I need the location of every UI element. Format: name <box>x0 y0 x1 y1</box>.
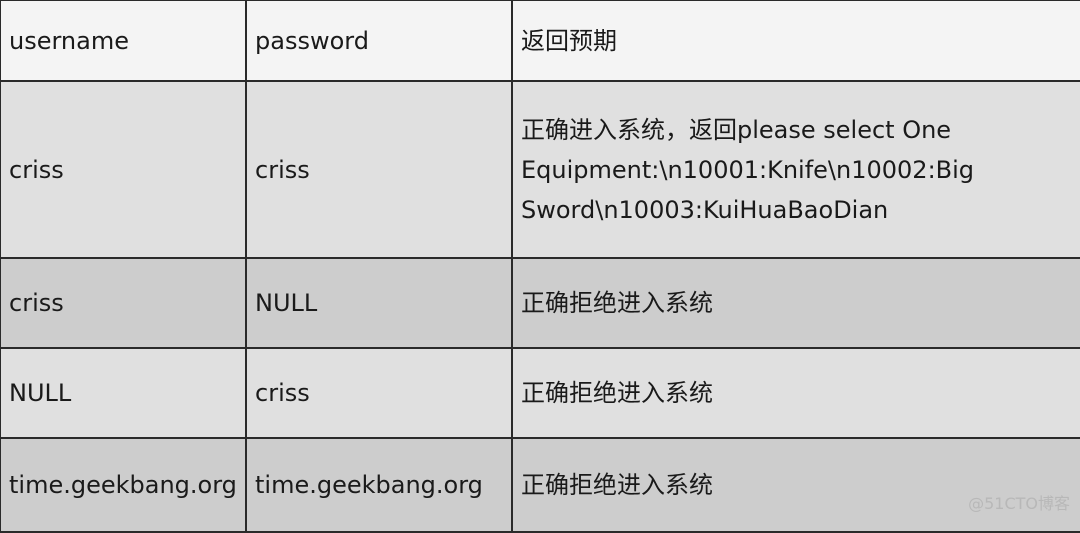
header-row: username password 返回预期 <box>0 0 1080 82</box>
header-password: password <box>245 0 513 82</box>
cell-username: NULL <box>0 347 247 439</box>
cell-password: criss <box>245 80 513 259</box>
watermark: @51CTO博客 <box>968 494 1070 513</box>
cell-password: criss <box>245 347 513 439</box>
test-case-table: username password 返回预期 criss criss 正确进入系… <box>0 0 1080 533</box>
header-username: username <box>0 0 247 82</box>
cell-username: criss <box>0 80 247 259</box>
cell-password: time.geekbang.org <box>245 437 513 533</box>
cell-expected: 正确拒绝进入系统 <box>511 437 1080 533</box>
cell-password: NULL <box>245 257 513 349</box>
table-row: NULL criss 正确拒绝进入系统 <box>0 347 1080 439</box>
cell-expected: 正确拒绝进入系统 <box>511 347 1080 439</box>
table-row: time.geekbang.org time.geekbang.org 正确拒绝… <box>0 437 1080 533</box>
cell-expected: 正确拒绝进入系统 <box>511 257 1080 349</box>
cell-username: criss <box>0 257 247 349</box>
cell-username: time.geekbang.org <box>0 437 247 533</box>
header-expected: 返回预期 <box>511 0 1080 82</box>
table-row: criss NULL 正确拒绝进入系统 <box>0 257 1080 349</box>
cell-expected: 正确进入系统，返回please select One Equipment:\n1… <box>511 80 1080 259</box>
table-row: criss criss 正确进入系统，返回please select One E… <box>0 80 1080 259</box>
